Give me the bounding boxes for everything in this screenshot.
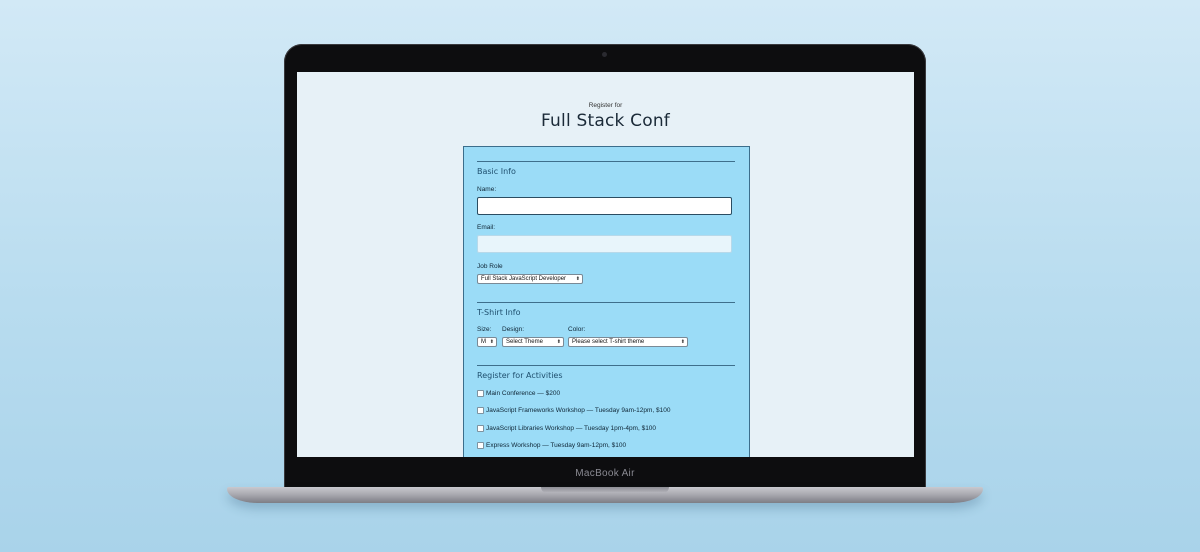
select-arrows-icon: ⬍ bbox=[489, 339, 494, 345]
laptop-notch bbox=[541, 487, 669, 493]
checkbox[interactable] bbox=[477, 442, 484, 449]
activity-main-conference[interactable]: Main Conference — $200 bbox=[477, 390, 560, 397]
activity-label: JavaScript Libraries Workshop — Tuesday … bbox=[486, 425, 657, 433]
tshirt-info-fieldset: T-Shirt Info Size: Design: Color: M ⬍ Se… bbox=[477, 302, 735, 347]
activity-label: JavaScript Frameworks Workshop — Tuesday… bbox=[486, 407, 671, 415]
email-label: Email: bbox=[477, 224, 496, 231]
name-label: Name: bbox=[477, 186, 497, 193]
basic-info-fieldset: Basic Info Name: Email: Job Role Full St… bbox=[477, 161, 735, 284]
checkbox[interactable] bbox=[477, 425, 484, 432]
select-arrows-icon: ⬍ bbox=[556, 339, 561, 345]
activity-js-libraries[interactable]: JavaScript Libraries Workshop — Tuesday … bbox=[477, 425, 656, 432]
design-value: Select Theme bbox=[506, 339, 543, 345]
color-select[interactable]: Please select T-shirt theme ⬍ bbox=[568, 337, 688, 347]
size-value: M bbox=[481, 339, 486, 345]
activities-fieldset: Register for Activities Main Conference … bbox=[477, 365, 735, 449]
basic-info-legend: Basic Info bbox=[477, 167, 516, 176]
select-arrows-icon: ⬍ bbox=[575, 276, 580, 282]
name-field[interactable] bbox=[477, 197, 732, 215]
activities-legend: Register for Activities bbox=[477, 371, 563, 380]
camera-icon bbox=[602, 52, 607, 57]
design-select[interactable]: Select Theme ⬍ bbox=[502, 337, 564, 347]
device-brand-label: MacBook Air bbox=[575, 468, 635, 479]
registration-form: Basic Info Name: Email: Job Role Full St… bbox=[463, 146, 750, 457]
browser-screen: Register for Full Stack Conf Basic Info … bbox=[297, 72, 914, 457]
checkbox[interactable] bbox=[477, 407, 484, 414]
size-select[interactable]: M ⬍ bbox=[477, 337, 497, 347]
laptop-bezel: Register for Full Stack Conf Basic Info … bbox=[284, 44, 926, 490]
size-label: Size: bbox=[477, 326, 492, 333]
color-label: Color: bbox=[568, 326, 586, 333]
activity-js-frameworks[interactable]: JavaScript Frameworks Workshop — Tuesday… bbox=[477, 407, 670, 414]
design-label: Design: bbox=[502, 326, 525, 333]
job-role-select[interactable]: Full Stack JavaScript Developer ⬍ bbox=[477, 274, 583, 284]
activity-label: Main Conference — $200 bbox=[486, 390, 561, 398]
page-title: Full Stack Conf bbox=[541, 111, 670, 131]
job-role-label: Job Role bbox=[477, 263, 503, 270]
laptop-base bbox=[227, 487, 983, 503]
email-field[interactable] bbox=[477, 235, 732, 253]
color-value: Please select T-shirt theme bbox=[572, 339, 645, 345]
page-header: Register for Full Stack Conf bbox=[297, 102, 914, 131]
job-role-value: Full Stack JavaScript Developer bbox=[481, 276, 567, 282]
checkbox[interactable] bbox=[477, 390, 484, 397]
activity-label: Express Workshop — Tuesday 9am-12pm, $10… bbox=[486, 442, 627, 450]
select-arrows-icon: ⬍ bbox=[680, 339, 685, 345]
tshirt-info-legend: T-Shirt Info bbox=[477, 308, 521, 317]
activity-express[interactable]: Express Workshop — Tuesday 9am-12pm, $10… bbox=[477, 442, 626, 449]
page-subtitle: Register for bbox=[588, 102, 623, 109]
